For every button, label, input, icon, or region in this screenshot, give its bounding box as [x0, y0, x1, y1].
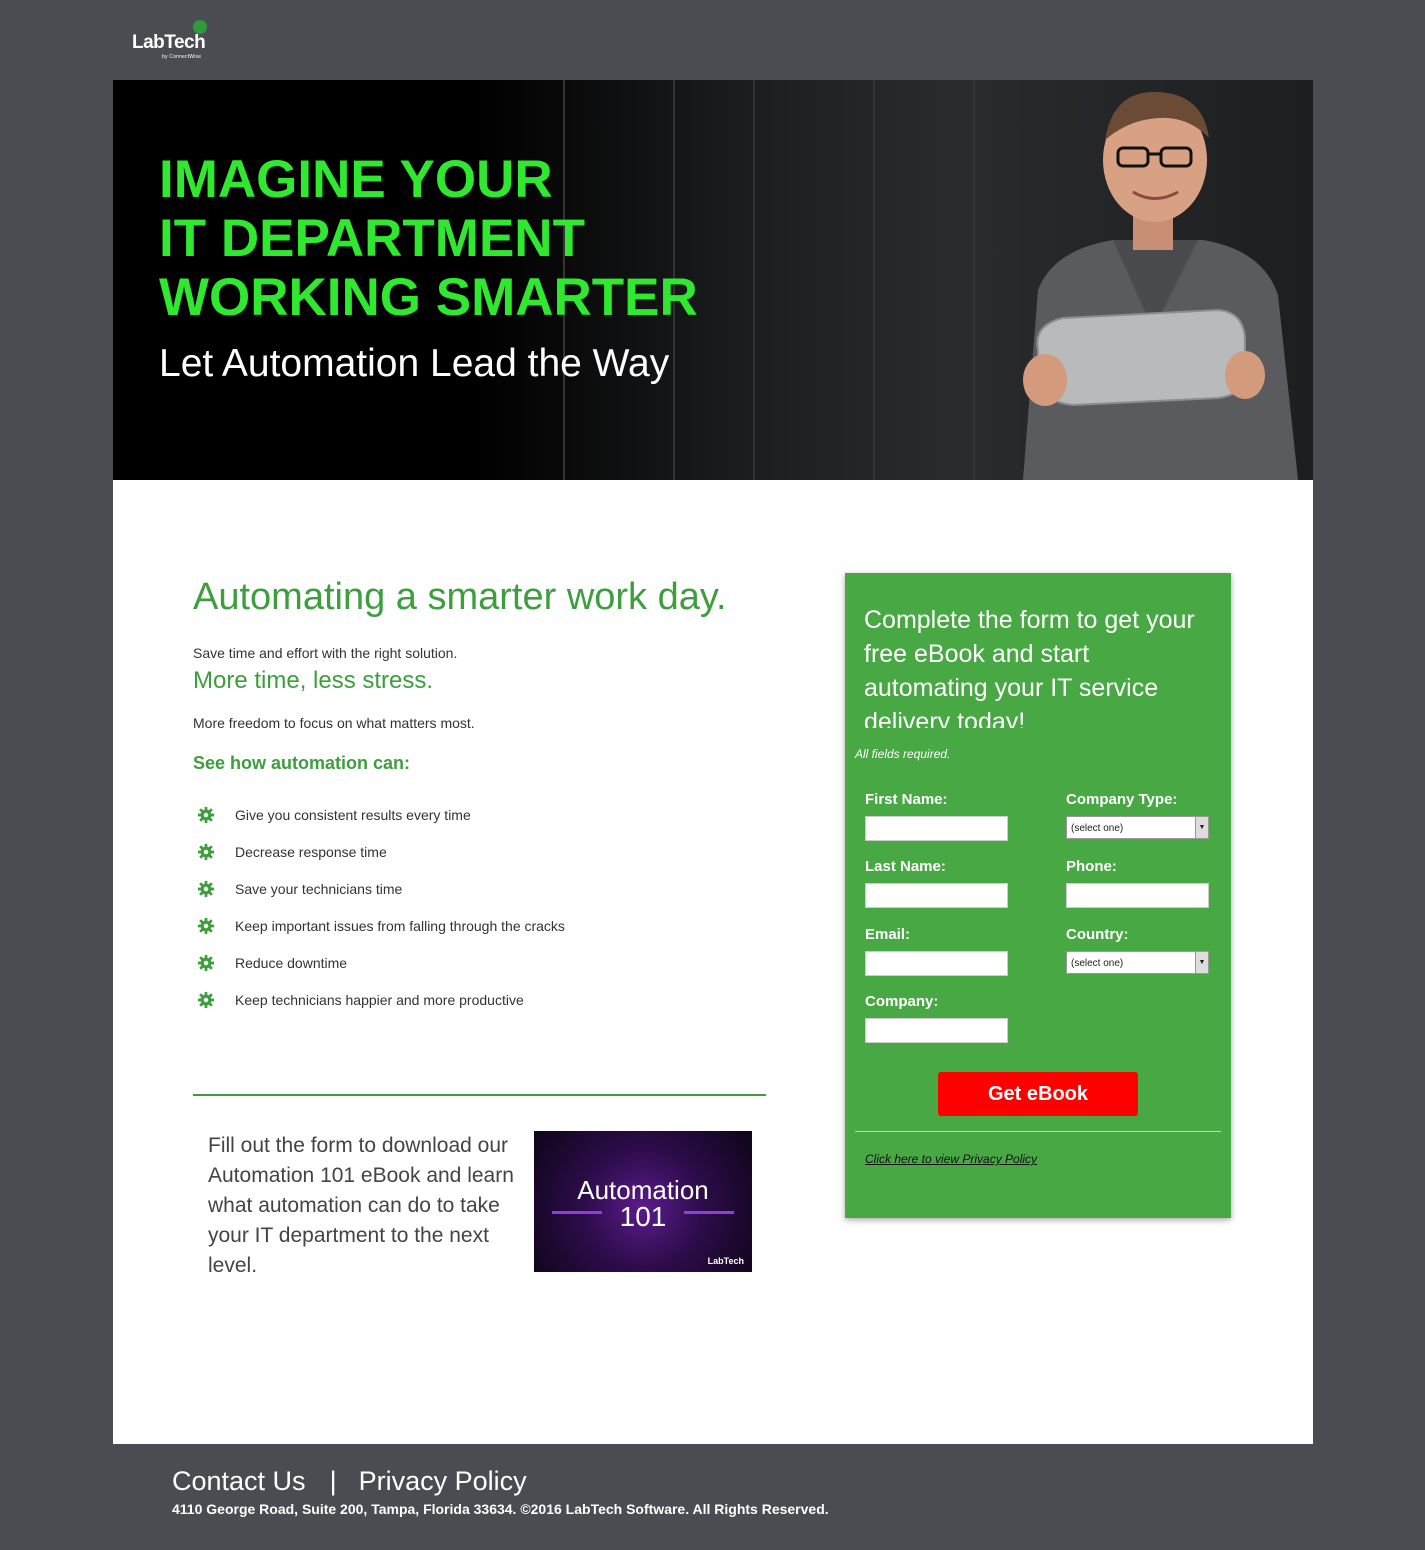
last-name-label: Last Name:: [865, 858, 946, 875]
list-item: Decrease response time: [193, 833, 766, 870]
logo-tagline: by ConnectWise: [162, 54, 202, 60]
ebook-form: Complete the form to get your free eBook…: [845, 573, 1231, 1218]
gear-icon: [197, 954, 215, 971]
phone-field: Phone:: [1066, 858, 1209, 908]
hero-headline-line: WORKING SMARTER: [159, 268, 698, 327]
body-text: More freedom to focus on what matters mo…: [193, 715, 475, 731]
get-ebook-button[interactable]: Get eBook: [938, 1072, 1138, 1116]
labtech-logo[interactable]: LabTech by ConnectWise: [132, 20, 222, 64]
list-item: Reduce downtime: [193, 944, 766, 981]
list-heading: See how automation can:: [193, 753, 411, 773]
footer-links: Contact Us | Privacy Policy: [172, 1466, 527, 1497]
list-item-text: Save your technicians time: [235, 880, 403, 897]
first-name-label: First Name:: [865, 791, 948, 808]
list-item-text: Reduce downtime: [235, 954, 348, 971]
first-name-field: First Name:: [865, 791, 1008, 841]
benefit-list: Give you consistent results every time D…: [193, 796, 766, 1018]
company-label: Company:: [865, 993, 939, 1010]
list-item: Save your technicians time: [193, 870, 766, 907]
list-item-text: Keep important issues from falling throu…: [235, 917, 565, 934]
info-column: Automating a smarter work day. Save time…: [193, 575, 766, 1018]
list-item: Give you consistent results every time: [193, 796, 766, 833]
phone-label: Phone:: [1066, 858, 1117, 875]
chevron-down-icon[interactable]: ▼: [1195, 817, 1208, 838]
privacy-policy-link[interactable]: Click here to view Privacy Policy: [865, 1152, 1037, 1166]
footer-privacy-link[interactable]: Privacy Policy: [359, 1466, 527, 1496]
hero-banner: IMAGINE YOUR IT DEPARTMENT WORKING SMART…: [113, 80, 1313, 480]
hero-headline-line: IT DEPARTMENT: [159, 209, 585, 268]
last-name-input[interactable]: [865, 883, 1008, 908]
footer-address: 4110 George Road, Suite 200, Tampa, Flor…: [172, 1501, 829, 1517]
server-rack-line: [973, 80, 975, 480]
section-title: Automating a smarter work day.: [193, 576, 727, 618]
contact-us-link[interactable]: Contact Us: [172, 1466, 306, 1496]
hero-headline-line: IMAGINE YOUR: [159, 150, 553, 209]
company-type-field: Company Type: (select one) ▼: [1066, 791, 1209, 839]
ebook-number: 101: [619, 1201, 667, 1232]
first-name-input[interactable]: [865, 816, 1008, 841]
email-input[interactable]: [865, 951, 1008, 976]
country-select[interactable]: (select one) ▼: [1066, 951, 1209, 974]
download-description: Fill out the form to download our Automa…: [208, 1134, 514, 1277]
company-field: Company:: [865, 993, 1008, 1043]
chevron-down-icon[interactable]: ▼: [1195, 952, 1208, 973]
main-content: Automating a smarter work day. Save time…: [113, 480, 1313, 1444]
country-label: Country:: [1066, 926, 1129, 943]
ebook-brand: LabTech: [707, 1256, 744, 1266]
ebook-cover-image: Automation 101 LabTech: [534, 1131, 752, 1272]
list-item-text: Keep technicians happier and more produc…: [235, 991, 524, 1008]
list-item: Keep important issues from falling throu…: [193, 907, 766, 944]
hero-headline: IMAGINE YOUR IT DEPARTMENT WORKING SMART…: [159, 150, 698, 327]
country-value: (select one): [1071, 958, 1124, 969]
company-type-value: (select one): [1071, 823, 1124, 834]
email-label: Email:: [865, 926, 911, 943]
gear-icon: [197, 917, 215, 934]
company-type-select[interactable]: (select one) ▼: [1066, 816, 1209, 839]
section-subtitle: More time, less stress.: [193, 667, 434, 694]
form-divider: [855, 1131, 1221, 1132]
section-divider: [193, 1094, 766, 1096]
last-name-field: Last Name:: [865, 858, 1008, 908]
form-title: Complete the form to get your free eBook…: [864, 606, 1195, 728]
list-item: Keep technicians happier and more produc…: [193, 981, 766, 1018]
hero-subheadline: Let Automation Lead the Way: [159, 342, 670, 385]
phone-input[interactable]: [1066, 883, 1209, 908]
server-rack-line: [753, 80, 755, 480]
list-item-text: Decrease response time: [235, 843, 387, 860]
technician-photo: [1023, 91, 1298, 480]
server-rack-line: [873, 80, 875, 480]
gear-icon: [197, 880, 215, 897]
required-note: All fields required.: [855, 747, 951, 761]
logo-wordmark: LabTech: [132, 32, 206, 53]
gear-icon: [197, 843, 215, 860]
country-field: Country: (select one) ▼: [1066, 926, 1209, 974]
intro-text: Save time and effort with the right solu…: [193, 645, 458, 661]
email-field: Email:: [865, 926, 1008, 976]
gear-icon: [197, 991, 215, 1008]
company-type-label: Company Type:: [1066, 791, 1178, 808]
footer-separator: |: [329, 1466, 337, 1496]
gear-icon: [197, 806, 215, 823]
company-input[interactable]: [865, 1018, 1008, 1043]
list-item-text: Give you consistent results every time: [235, 806, 471, 823]
